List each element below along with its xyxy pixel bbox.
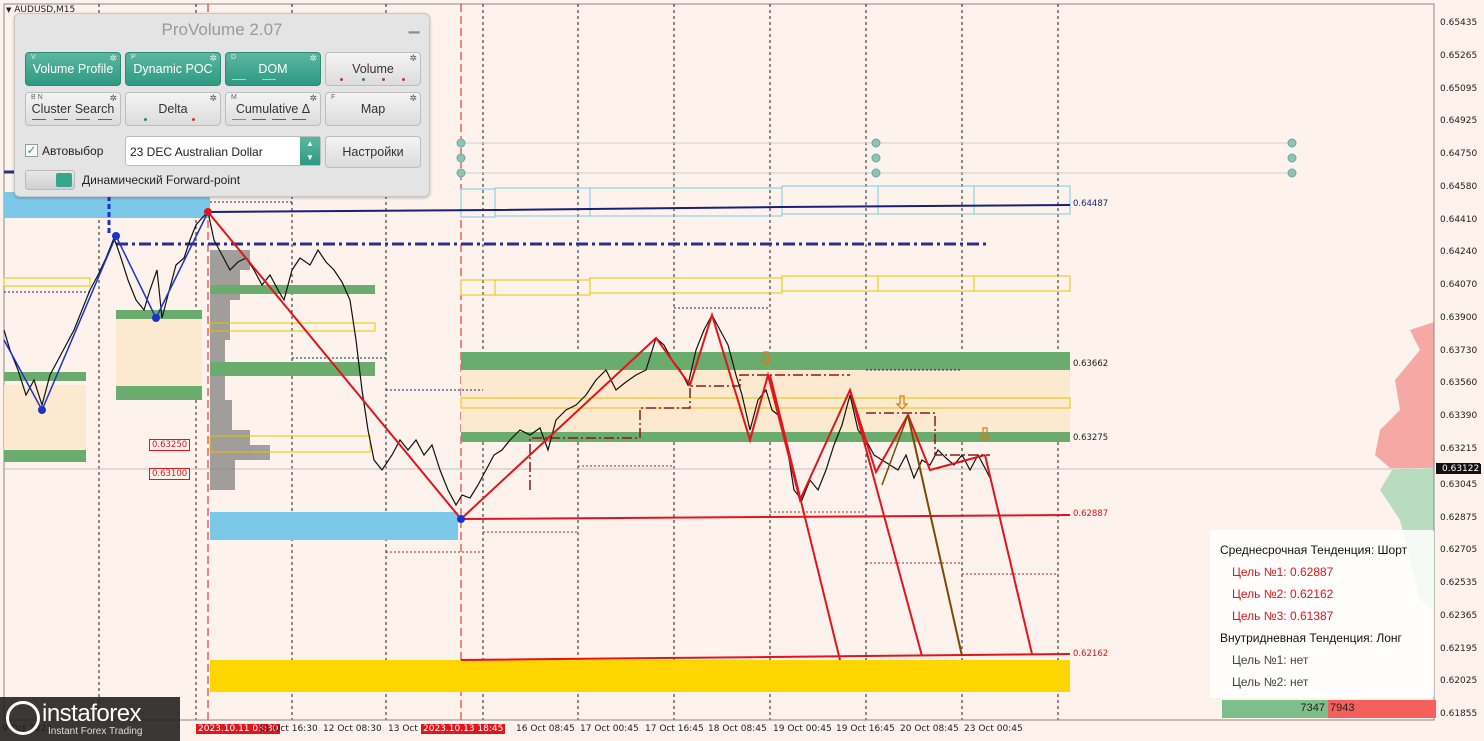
price-axis-label: 0.64750 (1440, 149, 1478, 159)
price-axis-label: 0.64070 (1440, 280, 1478, 290)
time-axis-label: 18 Oct 08:45 (708, 724, 767, 734)
level-tag-mid: 0.63275 (1073, 433, 1109, 443)
price-axis-label: 0.64240 (1440, 247, 1478, 258)
price-axis-label: 0.62365 (1440, 610, 1478, 621)
cumulative-delta-button[interactable]: M ✲ Cumulative Δ (225, 92, 321, 126)
settings-button[interactable]: Настройки (325, 136, 421, 168)
level-tag-target1: 0.62887 (1073, 509, 1109, 519)
panel-title: ProVolume 2.07 (161, 20, 283, 39)
time-axis-label: 19 Oct 16:45 (836, 724, 895, 734)
autoselect-checkbox[interactable]: ✓ (25, 144, 38, 157)
zone-blue-bottom (210, 512, 458, 540)
map-button[interactable]: F ✲ Map (325, 92, 421, 126)
sell-volume: 7943 (1328, 700, 1436, 718)
provolume-panel[interactable]: ProVolume 2.07 ▁ V ✲ Volume Profile P ✲ … (14, 13, 430, 197)
instaforex-logo: instaforex Instant Forex Trading (0, 697, 180, 741)
price-axis-label: 0.62875 (1440, 512, 1478, 523)
price-axis-label: 0.64925 (1440, 116, 1478, 127)
time-axis-highlight: 2023.10.13 18:45 (421, 724, 506, 734)
price-axis-label: 0.63730 (1440, 345, 1478, 356)
time-axis-label: 23 Oct 00:45 (964, 724, 1023, 734)
logo-icon (6, 701, 40, 735)
time-axis-label: 16 Oct 08:45 (516, 724, 575, 734)
instrument-select[interactable]: 23 DEC Australian Dollar ▲ ▼ (125, 136, 321, 166)
zone-left-green-top (4, 372, 86, 381)
price-axis-label: 0.63900 (1440, 312, 1478, 323)
time-axis-label: 19 Oct 00:45 (773, 724, 832, 734)
price-axis-label: 0.65435 (1440, 18, 1478, 28)
level-tag-top: 0.64487 (1073, 199, 1109, 209)
forecast-panel: Среднесрочная Тенденция: Шорт Цель №1: 0… (1210, 530, 1434, 698)
level-tag-upper: 0.63662 (1073, 359, 1109, 369)
forward-point-label: Динамический Forward-point (82, 173, 241, 187)
level-tag-left2: 0.63100 (149, 468, 191, 480)
price-axis-label: 0.62195 (1440, 643, 1478, 654)
price-axis-label: 0.62025 (1440, 676, 1478, 687)
dom-button[interactable]: D ✲ DOM (225, 52, 321, 86)
dynamic-poc-button[interactable]: P ✲ Dynamic POC (125, 52, 221, 86)
zone-left2-range (116, 318, 202, 386)
intraday-target-2: Цель №2: нет (1232, 675, 1309, 689)
intraday-target-1: Цель №1: нет (1232, 653, 1309, 667)
price-axis-label: 0.64580 (1440, 181, 1478, 192)
delta-button[interactable]: ✲ Delta (125, 92, 221, 126)
medium-target-2: Цель №2: 0.62162 (1232, 587, 1334, 601)
target-band (210, 660, 1070, 692)
time-axis-label: 11 Oct 16:30 (259, 724, 318, 734)
medium-target-3: Цель №3: 0.61387 (1232, 609, 1334, 623)
price-axis-label: 0.65095 (1440, 83, 1478, 94)
price-axis-label: 0.63390 (1440, 411, 1478, 421)
zone-left-green-bottom (4, 450, 86, 462)
price-axis-label: 0.62705 (1440, 545, 1478, 556)
intraday-trend-title: Внутридневная Тенденция: Лонг (1220, 631, 1402, 645)
time-axis-label: 13 Oct (388, 724, 418, 734)
level-tag-left1: 0.63250 (149, 439, 191, 451)
price-axis-label: 0.64410 (1440, 214, 1478, 225)
time-axis-label: 17 Oct 16:45 (645, 724, 704, 734)
value-area (461, 370, 1070, 432)
time-axis-label: 17 Oct 00:45 (580, 724, 639, 734)
volume-profile-button[interactable]: V ✲ Volume Profile (25, 52, 121, 86)
time-axis-label: 20 Oct 08:45 (900, 724, 959, 734)
cluster-search-button[interactable]: B N ✲ Cluster Search (25, 92, 121, 126)
time-axis-label: 12 Oct 08:30 (323, 724, 382, 734)
price-axis-label: 0.63122 (1440, 464, 1482, 474)
zone-left2-green-bottom (116, 386, 202, 400)
price-axis-label: 0.65265 (1440, 50, 1478, 61)
price-axis-label: 0.61855 (1440, 708, 1478, 719)
medium-trend-title: Среднесрочная Тенденция: Шорт (1220, 543, 1408, 557)
spinner-arrows-icon[interactable]: ▲ ▼ (300, 137, 320, 165)
zigzag-red-low (457, 515, 465, 523)
price-axis-label: 0.62535 (1440, 578, 1478, 589)
medium-target-1: Цель №1: 0.62887 (1232, 565, 1334, 579)
zigzag-red-start (204, 208, 212, 216)
autoselect-label: Автовыбор (42, 144, 104, 158)
price-axis-label: 0.63560 (1440, 378, 1478, 389)
price-axis-label: 0.63045 (1440, 480, 1478, 490)
price-axis-label: 0.63215 (1440, 443, 1478, 454)
volume-button[interactable]: ✲ Volume (325, 52, 421, 86)
buy-volume: 7347 (1222, 700, 1328, 718)
minimize-button[interactable]: ▁ (407, 16, 421, 36)
level-tag-target2: 0.62162 (1073, 649, 1109, 659)
forward-point-toggle[interactable] (25, 170, 75, 190)
dropdown-arrow-icon[interactable]: ▼ (6, 6, 11, 14)
